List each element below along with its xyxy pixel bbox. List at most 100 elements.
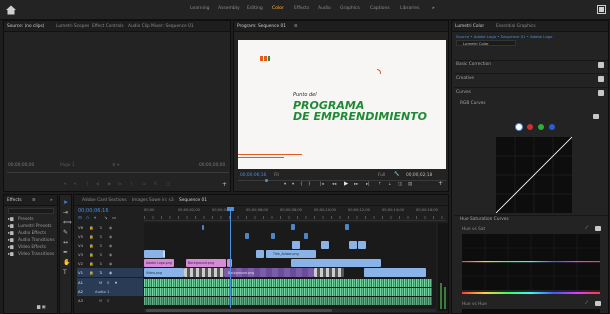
pen-tool-icon[interactable]: ✒ bbox=[63, 249, 68, 256]
more-panels-icon[interactable]: » bbox=[50, 198, 53, 203]
clip-v2-background[interactable]: Background.png bbox=[186, 259, 226, 267]
tab-lumetri-color[interactable]: Lumetri Color bbox=[455, 24, 484, 29]
button-editor-icon[interactable]: ▤ bbox=[408, 182, 412, 187]
clip-v4[interactable] bbox=[292, 241, 300, 249]
subsection-rgb-curves[interactable]: RGB Curves bbox=[460, 101, 486, 106]
list-item[interactable]: ▸▆ Presets bbox=[8, 217, 58, 224]
tab-essential-graphics[interactable]: Essential Graphics bbox=[496, 24, 536, 29]
clip-v3-title[interactable]: Title_Adobe.png bbox=[266, 250, 316, 258]
clip-v4[interactable] bbox=[321, 241, 329, 249]
clip-v1-thumbs[interactable] bbox=[184, 268, 224, 277]
clip-v5[interactable] bbox=[271, 233, 275, 239]
channel-red-selector[interactable] bbox=[527, 124, 533, 130]
program-fit-select[interactable]: Fit bbox=[274, 173, 279, 178]
razor-tool-icon[interactable]: ✎ bbox=[63, 229, 68, 236]
timeline-scroll-thumb[interactable] bbox=[146, 309, 332, 312]
lock-icon[interactable]: 🔒 bbox=[89, 225, 94, 230]
clip-v1-end[interactable] bbox=[364, 268, 426, 277]
lumetri-clip-path[interactable]: Source • Adobe Logo • Sequence 01 • Adob… bbox=[456, 34, 552, 39]
mark-in-icon[interactable]: ▾ bbox=[64, 182, 66, 187]
clip-v6[interactable] bbox=[291, 224, 295, 230]
audio-clip-a2[interactable] bbox=[144, 288, 432, 296]
hue-vs-hue-graph[interactable] bbox=[462, 309, 600, 314]
rgb-curves-checkbox[interactable] bbox=[593, 114, 599, 119]
add-button-icon[interactable]: + bbox=[222, 181, 227, 188]
curves-checkbox[interactable] bbox=[598, 90, 604, 96]
eye-icon[interactable]: ◉ bbox=[109, 243, 112, 248]
timeline-tracks[interactable]: Title_Adobe.png Adobe Logo.png Backgroun… bbox=[144, 207, 436, 308]
sync-lock-icon[interactable]: ⇅ bbox=[99, 261, 102, 266]
sync-lock-icon[interactable]: ⇅ bbox=[99, 234, 102, 239]
tab-effect-controls[interactable]: Effect Controls bbox=[92, 24, 124, 29]
eye-icon[interactable]: ◉ bbox=[109, 252, 112, 257]
section-basic-correction[interactable]: Basic Correction bbox=[456, 62, 491, 67]
overwrite-icon[interactable]: ⇱ bbox=[154, 182, 158, 187]
subsection-hue-saturation-curves[interactable]: Hue Saturation Curves bbox=[460, 217, 509, 222]
step-back-icon[interactable]: |◂ bbox=[320, 182, 324, 187]
eye-icon[interactable]: ◉ bbox=[109, 261, 112, 266]
lumetri-effect-select[interactable]: Lumetri Color bbox=[456, 40, 516, 46]
go-to-in-icon[interactable]: { bbox=[86, 182, 89, 187]
new-bin-icon[interactable]: ▆ ▣ bbox=[37, 305, 46, 310]
channel-white-selector[interactable] bbox=[516, 124, 522, 130]
fullscreen-icon[interactable] bbox=[597, 5, 606, 14]
source-settings-icon[interactable]: ⚙ ▾ bbox=[112, 163, 119, 168]
clip-v5[interactable] bbox=[245, 233, 249, 239]
clip-v1-background[interactable]: Background.png bbox=[224, 268, 314, 277]
ripple-edit-tool-icon[interactable]: ⟺ bbox=[63, 219, 72, 226]
playhead-line[interactable] bbox=[230, 207, 231, 308]
lock-icon[interactable]: 🔒 bbox=[89, 243, 94, 248]
lock-icon[interactable]: 🔒 bbox=[89, 261, 94, 266]
solo-icon[interactable]: S bbox=[107, 280, 109, 285]
clip-v5[interactable] bbox=[304, 233, 308, 239]
linked-selection-icon[interactable]: ∩ bbox=[86, 216, 89, 221]
section-curves[interactable]: Curves bbox=[456, 90, 471, 95]
list-item[interactable]: ▸▆ Audio Transitions bbox=[8, 238, 58, 245]
lock-icon[interactable]: 🔒 bbox=[89, 234, 94, 239]
add-button-icon[interactable]: + bbox=[438, 180, 443, 187]
source-page-label[interactable]: Page 1 bbox=[60, 163, 75, 168]
clip-v3[interactable] bbox=[163, 250, 165, 258]
basic-correction-checkbox[interactable] bbox=[598, 62, 604, 68]
tab-adobe-card-sections[interactable]: Adobe Card Sections bbox=[82, 198, 127, 203]
mute-icon[interactable]: M bbox=[99, 280, 102, 285]
list-item[interactable]: ▸▆ Lumetri Presets bbox=[8, 224, 58, 231]
go-to-out-icon[interactable]: } bbox=[308, 182, 311, 187]
lock-icon[interactable]: 🔒 bbox=[89, 252, 94, 257]
effects-menu-icon[interactable]: ≡ bbox=[32, 198, 36, 203]
source-scrub-bar[interactable] bbox=[7, 172, 229, 173]
audio-clip-a3[interactable] bbox=[144, 297, 432, 305]
tab-audio-clip-mixer[interactable]: Audio Clip Mixer: Sequence 01 bbox=[128, 24, 194, 29]
list-item[interactable]: ▸▆ Video Effects bbox=[8, 245, 58, 252]
timeline-ruler[interactable]: 00;00 00;00;02;00 00;00;04;00 00;00;06;0… bbox=[144, 207, 446, 221]
audio-clip-a1[interactable] bbox=[144, 279, 432, 287]
clip-v3[interactable] bbox=[256, 250, 264, 258]
tab-lumetri-scopes[interactable]: Lumetri Scopes bbox=[56, 24, 89, 29]
clip-v6[interactable] bbox=[202, 225, 204, 230]
workspace-captions[interactable]: Captions bbox=[370, 6, 390, 11]
go-to-out-icon[interactable]: } bbox=[130, 182, 133, 187]
captions-icon[interactable]: ▭ bbox=[112, 216, 116, 221]
timeline-timecode[interactable]: 00;00;06;16 bbox=[78, 208, 109, 214]
program-menu-icon[interactable]: ≡ bbox=[294, 24, 298, 29]
clip-v2-blue[interactable] bbox=[291, 259, 381, 267]
camera-icon[interactable]: ◫ bbox=[398, 182, 402, 187]
hue-vs-sat-checkbox[interactable] bbox=[595, 226, 601, 231]
mark-in-icon[interactable]: ▾ bbox=[284, 182, 286, 187]
workspace-audio[interactable]: Audio bbox=[318, 6, 331, 11]
workspace-color[interactable]: Color bbox=[272, 6, 284, 11]
step-back-icon[interactable]: ◂| bbox=[96, 182, 100, 187]
slip-tool-icon[interactable]: ↔ bbox=[63, 239, 68, 246]
workspace-assembly[interactable]: Assembly bbox=[218, 6, 240, 11]
fast-forward-icon[interactable]: ▸▸ bbox=[354, 182, 358, 187]
creative-checkbox[interactable] bbox=[598, 76, 604, 82]
workspace-libraries[interactable]: Libraries bbox=[400, 6, 419, 11]
home-icon[interactable] bbox=[5, 4, 17, 16]
list-item[interactable]: ▸▆ Video Transitions bbox=[8, 252, 58, 259]
program-quality-select[interactable]: Full bbox=[378, 173, 385, 178]
eye-icon[interactable]: ◉ bbox=[109, 225, 112, 230]
section-creative[interactable]: Creative bbox=[456, 76, 474, 81]
hue-vs-sat-graph[interactable] bbox=[462, 234, 600, 290]
type-tool-icon[interactable]: T bbox=[63, 269, 67, 276]
sync-lock-icon[interactable]: ⇅ bbox=[99, 270, 102, 275]
